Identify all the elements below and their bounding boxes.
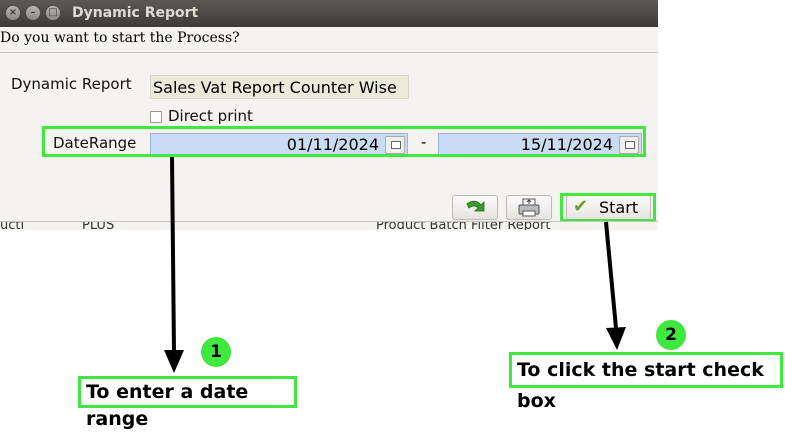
step-1-callout: To enter a date range	[78, 376, 297, 430]
step-1-badge: 1	[201, 337, 231, 367]
step-2-callout: To click the start check box	[509, 352, 783, 412]
step-2-badge: 2	[656, 320, 686, 350]
